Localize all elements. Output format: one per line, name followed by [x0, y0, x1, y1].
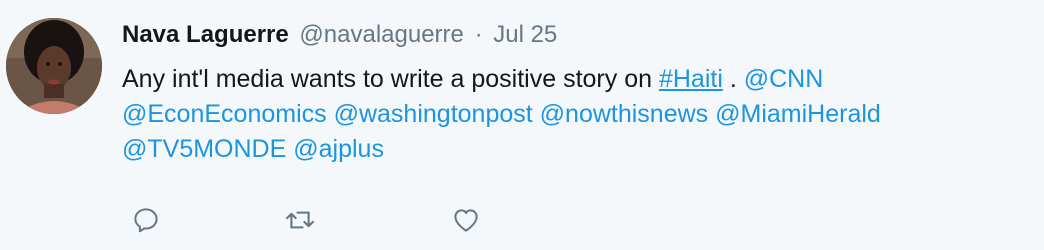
reply-icon [134, 208, 158, 233]
tweet-actions [122, 200, 522, 240]
retweet-icon [286, 211, 314, 229]
avatar[interactable] [6, 18, 102, 114]
tweet-text-line-3: @TV5MONDE @ajplus [122, 132, 1022, 167]
mention-miamiherald[interactable]: @MiamiHerald [715, 100, 881, 128]
tweet-text-lead: Any int'l media wants to write a positiv… [122, 65, 659, 93]
tweet-content: Nava Laguerre @navalaguerre · Jul 25 Any… [122, 20, 1022, 167]
tweet-text: Any int'l media wants to write a positiv… [122, 62, 1022, 167]
avatar-image [6, 18, 102, 114]
mention-nowthisnews[interactable]: @nowthisnews [540, 100, 709, 128]
mention-tv5monde[interactable]: @TV5MONDE [122, 135, 286, 163]
tweet-text-line-1: Any int'l media wants to write a positiv… [122, 62, 1022, 97]
heart-icon [454, 209, 478, 232]
tweet-text-line-2: @EconEconomics @washingtonpost @nowthisn… [122, 97, 1022, 132]
reply-button[interactable] [126, 200, 166, 240]
author-name[interactable]: Nava Laguerre [122, 21, 289, 48]
tweet-header: Nava Laguerre @navalaguerre · Jul 25 [122, 20, 1022, 50]
header-separator: · [474, 21, 483, 48]
tweet-card: Nava Laguerre @navalaguerre · Jul 25 Any… [0, 0, 1044, 250]
like-button[interactable] [446, 200, 486, 240]
mention-econeconomics[interactable]: @EconEconomics [122, 100, 327, 128]
mention-washingtonpost[interactable]: @washingtonpost [334, 100, 533, 128]
retweet-button[interactable] [280, 200, 320, 240]
mention-ajplus[interactable]: @ajplus [293, 135, 384, 163]
tweet-text-mid: . [722, 65, 744, 93]
hashtag-haiti[interactable]: #Haiti [659, 65, 723, 93]
mention-cnn[interactable]: @CNN [744, 65, 824, 93]
author-handle[interactable]: @navalaguerre [299, 21, 463, 48]
tweet-date[interactable]: Jul 25 [493, 21, 557, 48]
